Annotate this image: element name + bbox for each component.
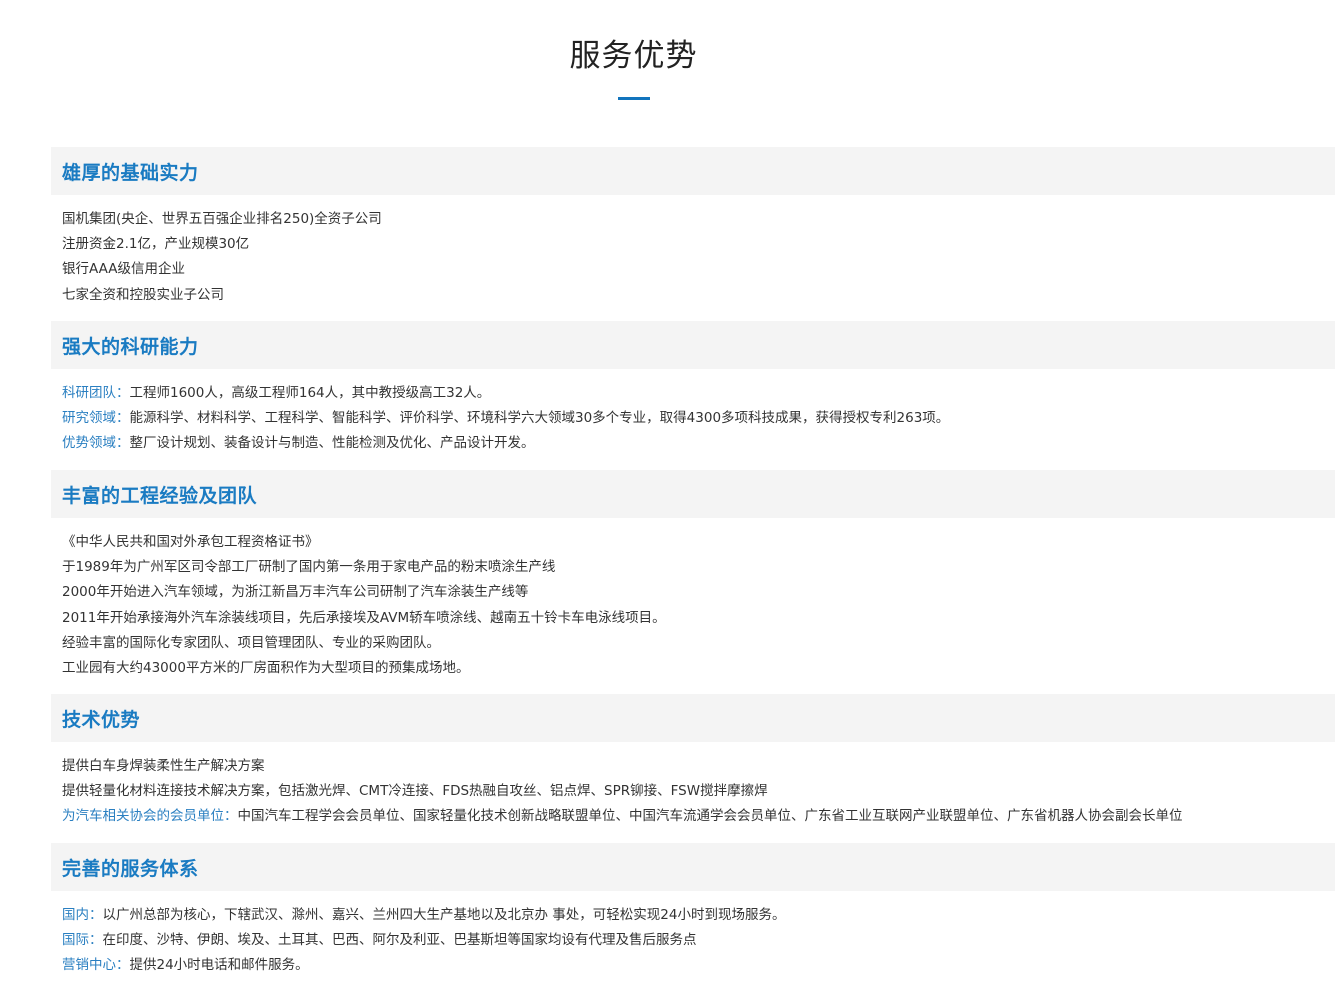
section-research: 强大的科研能力 科研团队：工程师1600人，高级工程师164人，其中教授级高工3… — [51, 321, 1335, 457]
section-engineering: 丰富的工程经验及团队 《中华人民共和国对外承包工程资格证书》 于1989年为广州… — [51, 470, 1335, 681]
list-item: 七家全资和控股实业子公司 — [62, 286, 224, 303]
section-body: 科研团队：工程师1600人，高级工程师164人，其中教授级高工32人。 研究领域… — [51, 369, 1335, 457]
list-item: 提供轻量化材料连接技术解决方案，包括激光焊、CMT冷连接、FDS热融自攻丝、铝点… — [62, 783, 768, 800]
list-item: 2000年开始进入汽车领域，为浙江新昌万丰汽车公司研制了汽车涂装生产线等 — [62, 584, 529, 601]
section-service: 完善的服务体系 国内：以广州总部为核心，下辖武汉、滁州、嘉兴、兰州四大生产基地以… — [51, 843, 1335, 979]
section-title: 完善的服务体系 — [62, 857, 199, 880]
list-item: 于1989年为广州军区司令部工厂研制了国内第一条用于家电产品的粉末喷涂生产线 — [62, 559, 556, 576]
item-label: 为汽车相关协会的会员单位： — [62, 808, 238, 825]
section-title: 雄厚的基础实力 — [62, 161, 199, 184]
title-underline — [618, 97, 650, 100]
list-item: 科研团队：工程师1600人，高级工程师164人，其中教授级高工32人。 — [62, 385, 491, 401]
list-item: 国机集团(央企、世界五百强企业排名250)全资子公司 — [62, 211, 382, 227]
section-body: 《中华人民共和国对外承包工程资格证书》 于1989年为广州军区司令部工厂研制了国… — [51, 518, 1335, 681]
list-item: 为汽车相关协会的会员单位：中国汽车工程学会会员单位、国家轻量化技术创新战略联盟单… — [62, 808, 1183, 825]
list-item: 银行AAA级信用企业 — [62, 261, 185, 278]
section-header: 雄厚的基础实力 — [51, 147, 1335, 195]
section-body: 国内：以广州总部为核心，下辖武汉、滁州、嘉兴、兰州四大生产基地以及北京办 事处，… — [51, 891, 1335, 979]
list-item: 国内：以广州总部为核心，下辖武汉、滁州、嘉兴、兰州四大生产基地以及北京办 事处，… — [62, 907, 786, 923]
item-label: 营销中心： — [62, 957, 130, 974]
list-item: 提供白车身焊装柔性生产解决方案 — [62, 758, 265, 774]
section-header: 技术优势 — [51, 694, 1335, 742]
list-item: 工业园有大约43000平方米的厂房面积作为大型项目的预集成场地。 — [62, 660, 470, 677]
list-item: 注册资金2.1亿，产业规模30亿 — [62, 236, 250, 253]
list-item: 研究领域：能源科学、材料科学、工程科学、智能科学、评价科学、环境科学六大领域30… — [62, 410, 950, 427]
section-header: 强大的科研能力 — [51, 321, 1335, 369]
item-label: 研究领域： — [62, 410, 130, 427]
section-foundation: 雄厚的基础实力 国机集团(央企、世界五百强企业排名250)全资子公司 注册资金2… — [51, 147, 1335, 308]
list-item: 优势领域：整厂设计规划、装备设计与制造、性能检测及优化、产品设计开发。 — [62, 435, 535, 452]
item-label: 国际： — [62, 932, 103, 949]
section-technology: 技术优势 提供白车身焊装柔性生产解决方案 提供轻量化材料连接技术解决方案，包括激… — [51, 694, 1335, 830]
item-label: 国内： — [62, 907, 103, 923]
section-title: 强大的科研能力 — [62, 335, 199, 358]
list-item: 营销中心：提供24小时电话和邮件服务。 — [62, 957, 309, 974]
section-body: 提供白车身焊装柔性生产解决方案 提供轻量化材料连接技术解决方案，包括激光焊、CM… — [51, 742, 1335, 830]
page-title: 服务优势 — [569, 38, 698, 74]
list-item: 2011年开始承接海外汽车涂装线项目，先后承接埃及AVM轿车喷涂线、越南五十铃卡… — [62, 609, 666, 626]
item-label: 科研团队： — [62, 385, 130, 401]
section-header: 丰富的工程经验及团队 — [51, 470, 1335, 518]
list-item: 《中华人民共和国对外承包工程资格证书》 — [62, 534, 319, 550]
section-title: 技术优势 — [62, 708, 141, 731]
item-label: 优势领域： — [62, 435, 130, 452]
section-header: 完善的服务体系 — [51, 843, 1335, 891]
list-item: 国际：在印度、沙特、伊朗、埃及、土耳其、巴西、阿尔及利亚、巴基斯坦等国家均设有代… — [62, 932, 697, 949]
section-title: 丰富的工程经验及团队 — [62, 484, 258, 507]
section-body: 国机集团(央企、世界五百强企业排名250)全资子公司 注册资金2.1亿，产业规模… — [51, 195, 1335, 308]
list-item: 经验丰富的国际化专家团队、项目管理团队、专业的采购团队。 — [62, 634, 440, 651]
